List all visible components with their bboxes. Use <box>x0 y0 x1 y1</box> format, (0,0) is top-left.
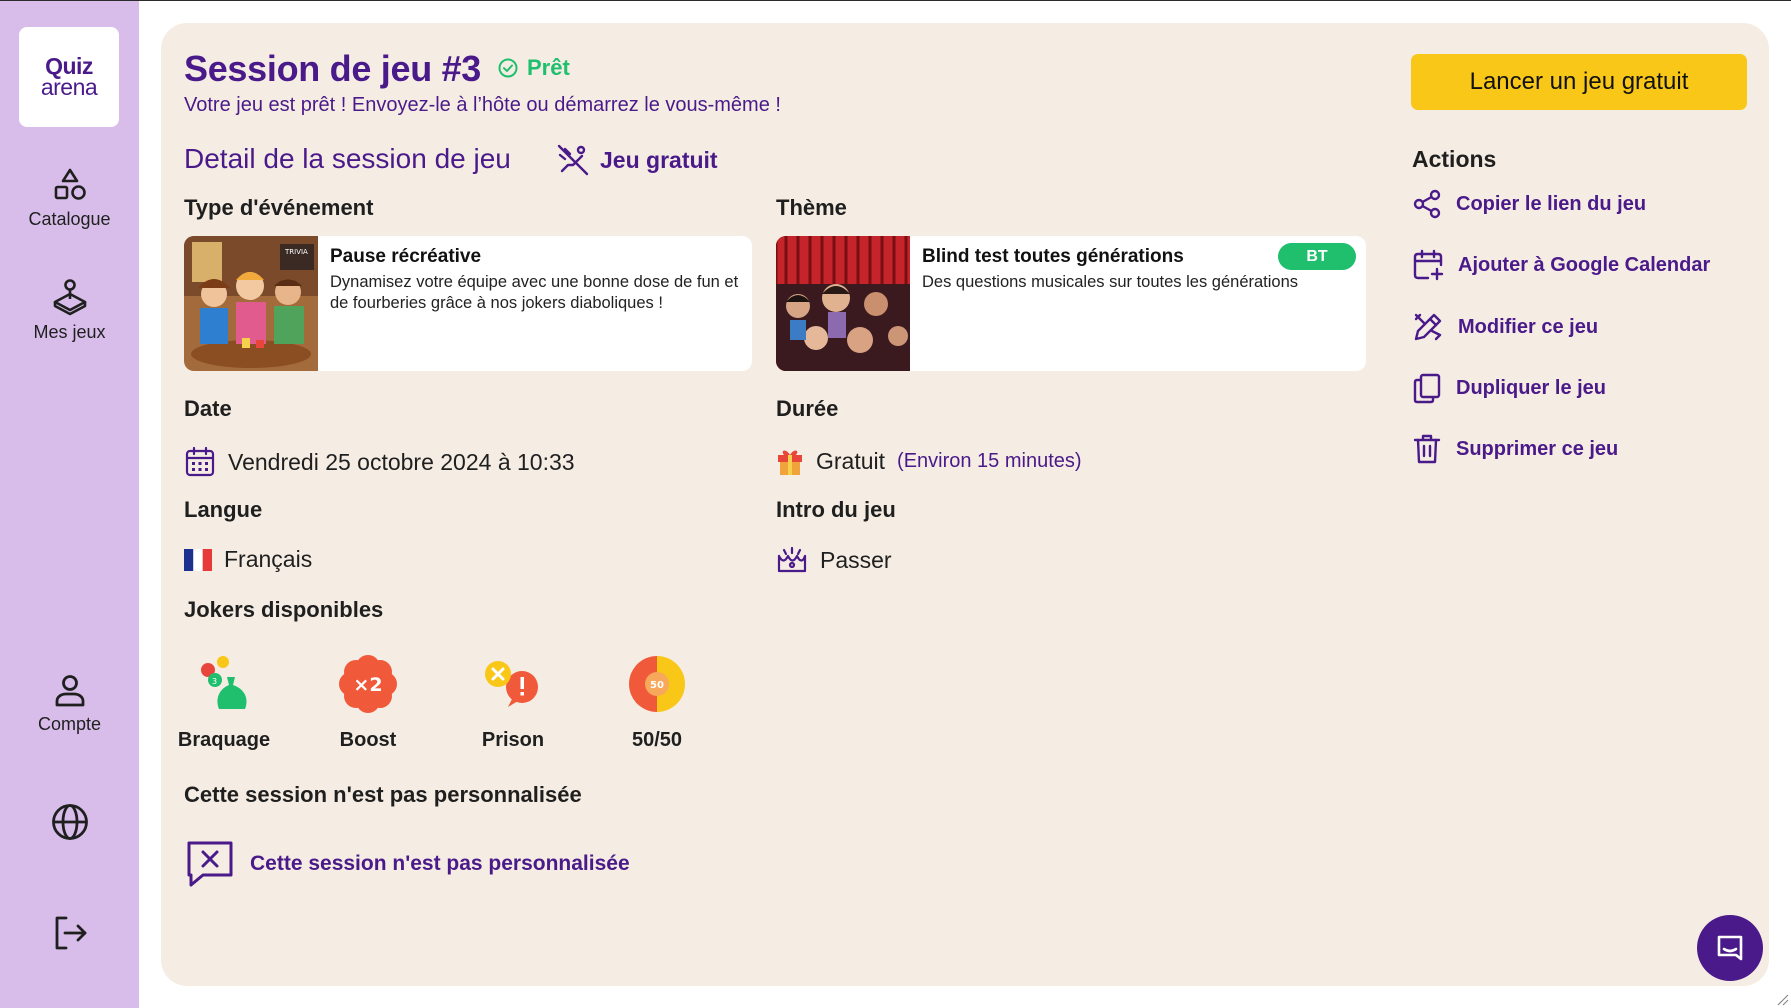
logo-line-2: arena <box>40 74 98 100</box>
french-flag-icon <box>184 548 212 571</box>
quiz-arena-logo[interactable]: Quiz arena <box>19 27 119 127</box>
status-badge: Prêt <box>497 55 570 81</box>
event-type-description: Dynamisez votre équipe avec une bonne do… <box>330 273 739 313</box>
svg-text:50: 50 <box>650 680 664 691</box>
free-game-label: Jeu gratuit <box>600 146 718 173</box>
fifty-fifty-icon: 50 <box>629 656 685 712</box>
joker-name: Braquage <box>177 729 271 751</box>
boost-x2-icon: ×2 <box>339 655 397 713</box>
intro-value-row: Passer <box>776 546 892 574</box>
joker-name: Boost <box>339 729 397 751</box>
duplicate-icon <box>1413 373 1441 404</box>
page-title: Session de jeu #3 <box>184 48 482 89</box>
message-x-icon <box>187 841 233 887</box>
duration-value: Gratuit <box>816 447 886 474</box>
personalization-row: Cette session n'est pas personnalisée <box>184 838 630 890</box>
user-icon <box>55 675 84 707</box>
edit-game-action[interactable]: Modifier ce jeu <box>1412 311 1598 343</box>
check-circle-icon <box>498 58 518 78</box>
gift-icon <box>778 450 802 475</box>
date-label: Date <box>184 396 232 421</box>
page-subtitle: Votre jeu est prêt ! Envoyez-le à l’hôte… <box>184 94 781 116</box>
personalization-label: Cette session n'est pas personnalisée <box>184 782 582 807</box>
svg-text:TRIVIA: TRIVIA <box>284 248 308 256</box>
event-type-label: Type d'événement <box>184 195 374 220</box>
section-title: Detail de la session de jeu <box>184 143 511 174</box>
joker-name: Prison <box>481 729 545 751</box>
action-label: Dupliquer le jeu <box>1456 376 1607 399</box>
language-value-row: Français <box>184 546 312 573</box>
game-controller-icon <box>53 279 86 316</box>
shapes-icon <box>54 168 86 200</box>
intro-value: Passer <box>820 546 892 573</box>
language-selector[interactable] <box>0 802 139 842</box>
sidebar-item-label: Mes jeux <box>33 322 106 342</box>
logout-button[interactable] <box>0 914 139 952</box>
add-to-calendar-action[interactable]: Ajouter à Google Calendar <box>1412 249 1710 281</box>
theme-description: Des questions musicales sur toutes les g… <box>922 273 1299 291</box>
top-border <box>0 0 1791 1</box>
free-game-tag: Jeu gratuit <box>556 143 718 177</box>
sidebar: Quiz arena Catalogue Mes jeux Compte <box>0 1 139 1008</box>
launch-free-game-button[interactable]: Lancer un jeu gratuit <box>1411 54 1747 110</box>
edit-icon <box>1414 313 1442 341</box>
duration-label: Durée <box>776 396 839 421</box>
delete-game-action[interactable]: Supprimer ce jeu <box>1412 433 1618 465</box>
theme-code-badge: BT <box>1278 243 1356 270</box>
date-value-row: Vendredi 25 octobre 2024 à 10:33 <box>184 446 575 478</box>
skip-intro-icon <box>777 546 807 573</box>
trash-icon <box>1413 434 1441 464</box>
joker-boost: ×2 Boost <box>308 653 428 752</box>
sidebar-item-label: Compte <box>37 714 102 734</box>
event-type-thumbnail: TRIVIA <box>184 236 318 371</box>
duplicate-game-action[interactable]: Dupliquer le jeu <box>1412 372 1606 404</box>
money-bag-icon: 3 <box>201 656 247 709</box>
language-label: Langue <box>184 497 263 522</box>
action-label: Ajouter à Google Calendar <box>1458 253 1711 276</box>
language-value: Français <box>224 546 313 572</box>
action-label: Modifier ce jeu <box>1458 315 1599 338</box>
session-detail-panel: Session de jeu #3 Prêt Votre jeu est prê… <box>161 23 1769 986</box>
duration-value-row: Gratuit (Environ 15 minutes) <box>776 446 1082 476</box>
theme-card[interactable]: Blind test toutes générations Des questi… <box>776 236 1366 371</box>
action-label: Supprimer ce jeu <box>1456 437 1619 460</box>
joker-fifty-fifty: 50 50/50 <box>597 653 717 752</box>
personalization-value: Cette session n'est pas personnalisée <box>250 852 630 875</box>
prison-icon <box>485 661 538 707</box>
share-icon <box>1413 189 1441 219</box>
logout-icon <box>55 916 86 950</box>
date-value: Vendredi 25 octobre 2024 à 10:33 <box>228 448 575 475</box>
sidebar-item-compte[interactable]: Compte <box>0 672 139 735</box>
theme-thumbnail <box>776 236 910 371</box>
calendar-icon <box>185 446 215 477</box>
sidebar-item-label: Catalogue <box>28 209 111 229</box>
svg-text:×2: ×2 <box>353 674 382 696</box>
joker-prison: Prison <box>453 653 573 752</box>
no-money-icon <box>557 144 589 176</box>
chat-launcher-button[interactable] <box>1697 915 1763 981</box>
intro-label: Intro du jeu <box>776 497 896 522</box>
sidebar-item-catalogue[interactable]: Catalogue <box>0 167 139 230</box>
action-label: Copier le lien du jeu <box>1456 192 1647 215</box>
joker-name: 50/50 <box>631 729 683 751</box>
globe-icon <box>51 804 88 840</box>
status-label: Prêt <box>527 55 570 80</box>
resize-handle-icon[interactable] <box>1775 992 1789 1006</box>
event-type-title: Pause récréative <box>330 246 482 267</box>
actions-title: Actions <box>1412 146 1497 172</box>
sidebar-item-mes-jeux[interactable]: Mes jeux <box>0 278 139 343</box>
chat-icon <box>1717 935 1743 961</box>
copy-link-action[interactable]: Copier le lien du jeu <box>1412 189 1646 219</box>
theme-label: Thème <box>776 195 847 220</box>
jokers-label: Jokers disponibles <box>184 597 384 622</box>
duration-note: (Environ 15 minutes) <box>897 449 1082 472</box>
joker-braquage: 3 Braquage <box>164 653 284 752</box>
svg-text:3: 3 <box>212 677 217 686</box>
calendar-add-icon <box>1413 249 1444 281</box>
event-type-card[interactable]: TRIVIA Pause récréative Dynamisez votre … <box>184 236 752 371</box>
